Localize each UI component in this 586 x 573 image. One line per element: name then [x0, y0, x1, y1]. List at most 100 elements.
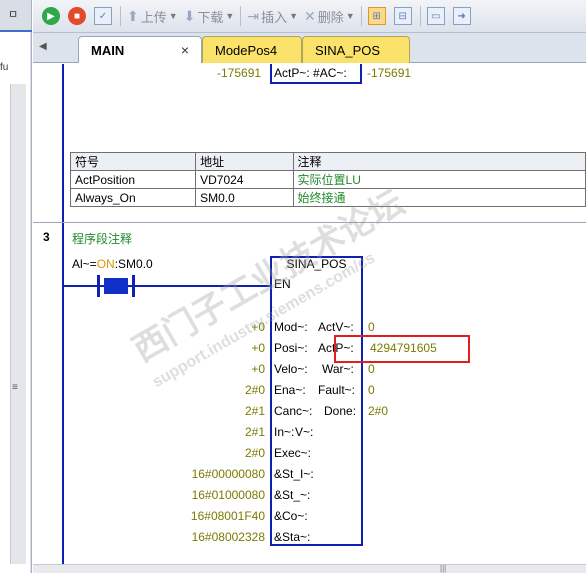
run-icon: ▶: [42, 7, 60, 25]
toolbar-separator: [419, 6, 421, 26]
column-header: 符号: [69, 152, 197, 171]
pin-icon[interactable]: ㅁ: [8, 6, 18, 22]
stop-button[interactable]: ■: [65, 5, 91, 27]
network-comment[interactable]: 程序段注释: [72, 230, 132, 247]
download-button[interactable]: ⬇ 下载 ▼: [181, 5, 238, 27]
input-value: 16#08002328: [191, 530, 265, 544]
input-pin: Velo~:: [274, 362, 308, 376]
upload-label: 上传: [140, 9, 167, 25]
input-value: +0: [251, 341, 265, 355]
output-pin: Done:: [324, 404, 357, 418]
output-value: 0: [368, 383, 375, 397]
tab-main[interactable]: MAIN ×: [78, 36, 202, 63]
output-value: 2#0: [368, 404, 389, 418]
output-pin: V~:: [295, 425, 314, 439]
column-header: 注释: [292, 152, 586, 171]
tab-modepos4[interactable]: ModePos4: [202, 36, 302, 63]
insert-button[interactable]: ⇥ 插入 ▼: [244, 5, 301, 27]
input-value: 2#0: [244, 446, 265, 460]
panel-grip-icon[interactable]: ≡: [12, 382, 18, 393]
symbol-table: 符号 地址 注释 ActPosition VD7024 实际位置LU Alway…: [69, 152, 586, 207]
tab-label: MAIN: [91, 42, 125, 58]
comment-cell: 实际位置LU: [292, 170, 586, 189]
column-header: 地址: [195, 152, 294, 171]
normally-open-contact[interactable]: [97, 275, 135, 297]
input-pin: &St_~:: [274, 488, 311, 502]
rung-wire: [64, 285, 271, 287]
arrow-button[interactable]: ➜: [450, 5, 476, 27]
network-view-button[interactable]: ⊞: [365, 5, 391, 27]
close-icon[interactable]: ×: [181, 42, 189, 58]
chevron-down-icon[interactable]: ▼: [346, 11, 355, 21]
tab-scroll-left-icon[interactable]: ◀: [39, 41, 47, 52]
contact-left-bar: [97, 275, 100, 297]
contact-right-bar: [132, 275, 135, 297]
input-pin: In~:: [274, 425, 295, 439]
contact-address: :SM0.0: [114, 257, 153, 271]
contact-prefix: Al~=: [72, 257, 97, 271]
input-value: 16#00000080: [191, 467, 265, 481]
output-pin: ActV~:: [318, 320, 354, 334]
left-panel: ㅁ fu ≡: [0, 0, 32, 573]
panel-label: fu: [0, 62, 9, 73]
chevron-down-icon[interactable]: ▼: [225, 11, 234, 21]
insert-icon: ⇥: [247, 7, 260, 24]
panel-scrollbar[interactable]: [10, 84, 26, 564]
output-value: 0: [368, 320, 375, 334]
input-pin: &Sta~:: [274, 530, 311, 544]
input-pin: Exec~:: [274, 446, 312, 460]
input-pin: Ena~:: [274, 383, 306, 397]
output-value: 0: [368, 362, 375, 376]
comment-cell: 始终接通: [292, 188, 586, 207]
upload-button[interactable]: ⬆ 上传 ▼: [124, 5, 181, 27]
tab-label: SINA_POS: [315, 42, 381, 58]
delete-button[interactable]: ✕ 删除 ▼: [301, 5, 358, 27]
tab-bar: ◀ MAIN × ModePos4 SINA_POS: [33, 33, 586, 63]
program-view-button[interactable]: ⊟: [391, 5, 417, 27]
window-button[interactable]: ▭: [424, 5, 450, 27]
table-row[interactable]: Always_On SM0.0 始终接通: [69, 188, 586, 207]
input-value: 16#01000080: [191, 488, 265, 502]
table-row[interactable]: ActPosition VD7024 实际位置LU: [69, 170, 586, 189]
horizontal-scrollbar[interactable]: [33, 564, 586, 573]
compile-button[interactable]: ✓: [91, 5, 117, 27]
ladder-editor[interactable]: -175691 ActP~: #AC~: -175691 符号 地址 注释 Ac…: [33, 64, 586, 573]
output-pin: Fault~:: [318, 383, 356, 397]
input-pin: &Co~:: [274, 509, 308, 523]
tab-sina-pos[interactable]: SINA_POS: [302, 36, 410, 63]
symbol-cell: ActPosition: [69, 170, 197, 189]
download-label: 下载: [197, 9, 224, 25]
input-value: 2#1: [244, 425, 265, 439]
network-number-gutter: [33, 64, 62, 573]
chevron-down-icon[interactable]: ▼: [289, 11, 298, 21]
delete-label: 删除: [317, 9, 344, 25]
address-cell: SM0.0: [195, 188, 294, 207]
highlight-box: [334, 335, 470, 363]
input-pin: Posi~:: [274, 341, 308, 355]
toolbar-separator: [120, 6, 121, 26]
input-pin: &St_I~:: [274, 467, 314, 481]
delete-icon: ✕: [304, 7, 316, 24]
stop-icon: ■: [68, 7, 86, 25]
tab-label: ModePos4: [215, 42, 278, 58]
output-value: -175691: [367, 66, 412, 80]
contact-energized-fill: [104, 278, 128, 294]
en-pin: EN: [274, 277, 291, 291]
input-value: 16#08001F40: [190, 509, 265, 523]
scroll-grip-icon[interactable]: |||: [440, 564, 446, 573]
output-pin: War~:: [322, 362, 354, 376]
compile-icon: ✓: [94, 7, 112, 25]
network-separator: [33, 222, 586, 223]
input-value: +0: [251, 362, 265, 376]
input-pin: Canc~:: [274, 404, 313, 418]
function-block-sina-pos[interactable]: [270, 256, 363, 546]
window-icon: ▭: [426, 7, 445, 25]
input-value: 2#0: [244, 383, 265, 397]
network-number: 3: [43, 230, 50, 244]
arrow-right-icon: ➜: [452, 7, 471, 25]
run-button[interactable]: ▶: [39, 5, 65, 27]
address-cell: VD7024: [195, 170, 294, 189]
toolbar-separator: [240, 6, 242, 26]
toolbar-separator: [360, 6, 362, 26]
chevron-down-icon[interactable]: ▼: [169, 11, 178, 21]
